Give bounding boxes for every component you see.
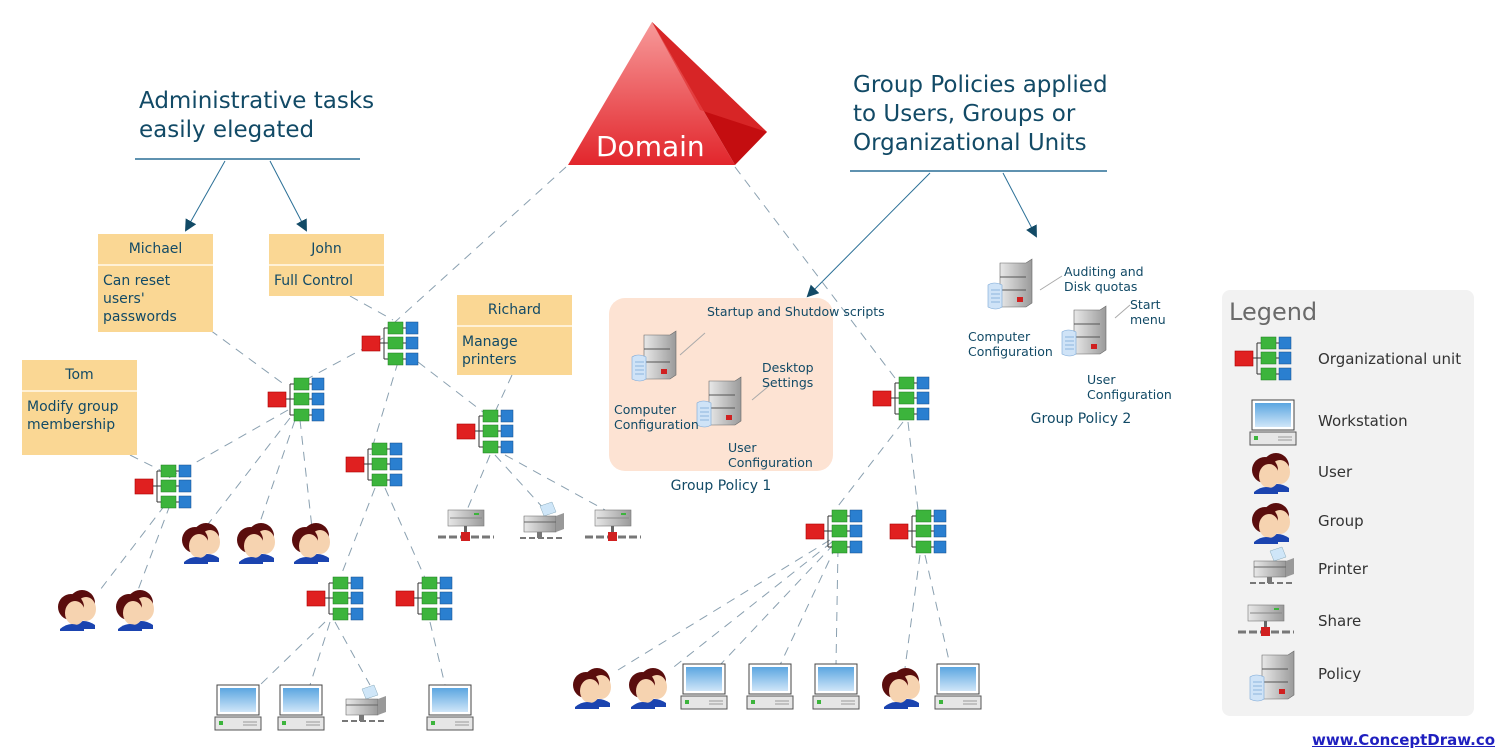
user-icon (292, 523, 330, 564)
workstation-icon (214, 684, 262, 731)
organizational-unit-icon (345, 442, 403, 487)
share-icon (436, 508, 496, 543)
legend-label: User (1318, 463, 1353, 481)
gp1-name: Group Policy 1 (670, 478, 772, 494)
legend-label: Organizational unit (1318, 350, 1462, 368)
delegate-card-tom: Tom Modify group membership (22, 360, 137, 455)
legend-label: Printer (1318, 560, 1368, 578)
gp1-user-label: User Configuration (728, 440, 813, 470)
legend-icons (1234, 336, 1297, 702)
organizational-unit-icon (456, 409, 514, 454)
workstation-icon (277, 684, 325, 731)
legend-label: Share (1318, 612, 1362, 630)
legend-label: Workstation (1318, 412, 1408, 430)
workstation-icon (426, 684, 474, 731)
organizational-unit-icon (889, 509, 947, 554)
delegate-name: Tom (22, 360, 137, 392)
policies-heading: Group Policies applied to Users, Groups … (853, 71, 1108, 158)
policies-heading-line: Organizational Units (853, 130, 1087, 156)
user-icon (882, 668, 920, 709)
policies-heading-line: Group Policies applied (853, 72, 1108, 98)
organizational-unit-icon (872, 376, 930, 421)
user-icon (182, 523, 220, 564)
delegate-task: Manage printers (462, 334, 518, 368)
arrow-to-john (269, 160, 307, 232)
legend: Legend Organizational unit Workstation U… (1222, 290, 1474, 716)
workstation-icon (746, 663, 794, 710)
user-icon (629, 668, 667, 709)
user-icon (237, 523, 275, 564)
gp1-computer-setting: Startup and Shutdow scripts (707, 304, 885, 319)
printer-icon (1249, 546, 1295, 584)
gp2-user-setting: Start menu (1130, 297, 1166, 327)
user-icon (58, 590, 96, 631)
policy-icon (1249, 650, 1295, 702)
organizational-unit-icon (361, 321, 419, 366)
admin-heading: Administrative tasks easily elegated (139, 87, 374, 145)
policies-heading-line: to Users, Groups or (853, 101, 1076, 127)
legend-label: Policy (1318, 665, 1362, 683)
workstation-icon (812, 663, 860, 710)
delegate-card-john: John Full Control (269, 234, 384, 296)
legend-label: Group (1318, 512, 1364, 530)
organizational-unit-icon (395, 576, 453, 621)
arrow-to-gp1 (806, 172, 931, 298)
admin-heading-line: Administrative tasks (139, 88, 375, 114)
delegate-card-michael: Michael Can reset users' passwords (98, 234, 213, 332)
organizational-unit-icon (805, 509, 863, 554)
arrow-to-michael (185, 160, 226, 232)
delegate-name: Richard (457, 295, 572, 327)
printer-icon (519, 501, 565, 539)
arrow-to-gp2 (1002, 172, 1037, 238)
printer-icon (341, 684, 387, 722)
gp1-computer-label: Computer Configuration (614, 402, 699, 432)
admin-heading-line: easily elegated (139, 117, 315, 143)
organizational-unit-icon (134, 464, 192, 509)
organizational-unit-icon (1234, 336, 1292, 381)
delegate-name: John (269, 234, 384, 266)
delegate-name: Michael (98, 234, 213, 266)
gp1-user-setting: Desktop Settings (762, 360, 814, 390)
gp2-computer-label: Computer Configuration (968, 329, 1053, 359)
user-icon (1252, 453, 1290, 494)
workstation-icon (680, 663, 728, 710)
share-icon (1236, 603, 1296, 638)
user-icon (573, 668, 611, 709)
gp2-name: Group Policy 2 (1030, 411, 1132, 427)
user-icon (116, 590, 154, 631)
organizational-unit-icon (267, 377, 325, 422)
delegate-task: Modify group membership (27, 399, 119, 433)
delegate-card-richard: Richard Manage printers (457, 295, 572, 375)
group-icon (1252, 503, 1290, 544)
organizational-unit-icon (306, 576, 364, 621)
gp2-computer-setting: Auditing and Disk quotas (1064, 264, 1144, 294)
gp2-user-label: User Configuration (1087, 372, 1172, 402)
domain-label: Domain (596, 130, 705, 163)
share-icon (583, 508, 643, 543)
delegate-task: Full Control (274, 273, 353, 289)
conceptdraw-link[interactable]: www.ConceptDraw.com (1312, 731, 1495, 749)
workstation-icon (934, 663, 982, 710)
workstation-icon (1249, 399, 1297, 446)
delegate-task: Can reset users' passwords (103, 273, 177, 325)
